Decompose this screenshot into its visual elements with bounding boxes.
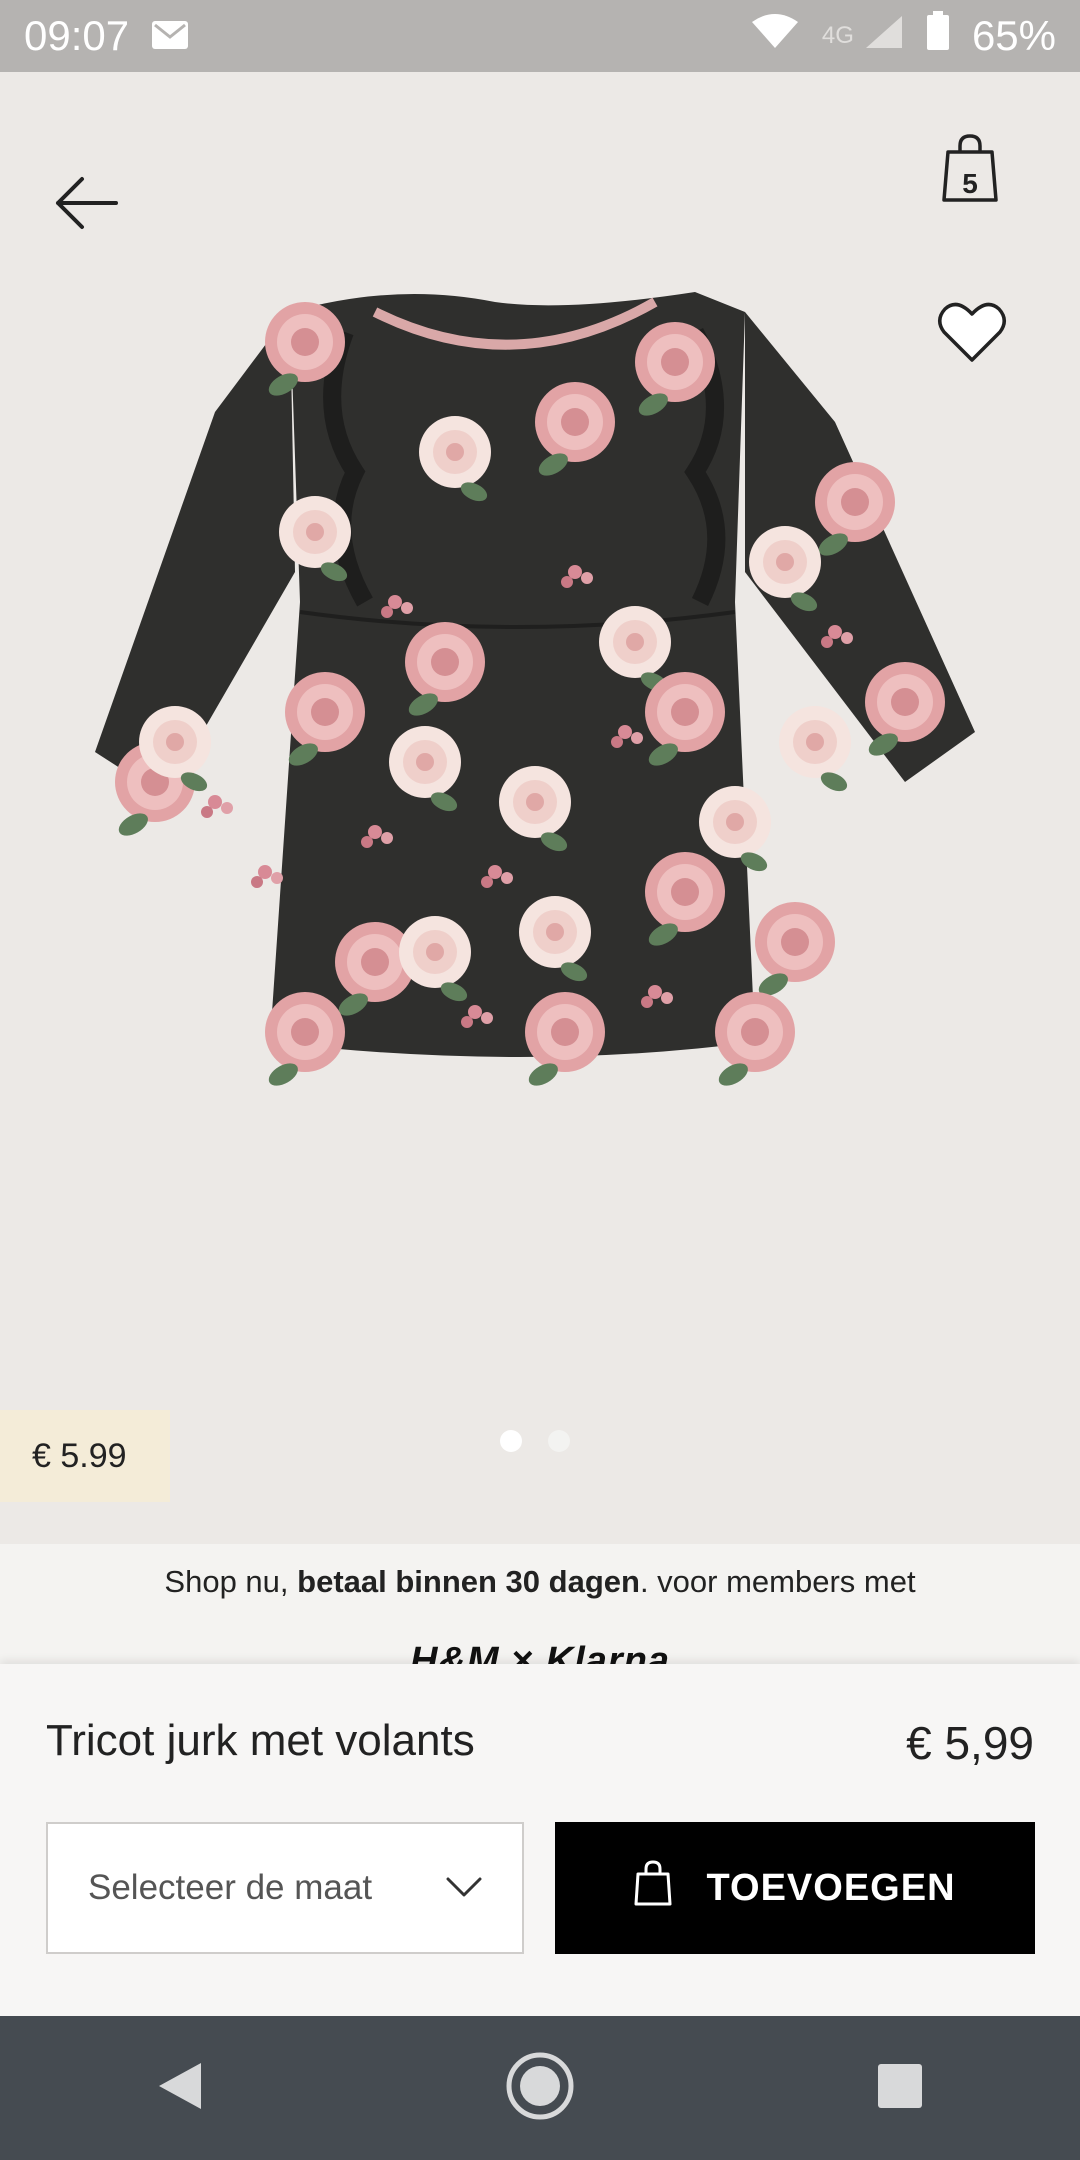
wifi-icon (750, 12, 800, 60)
arrow-left-icon (52, 173, 118, 238)
product-image (95, 292, 975, 1091)
nav-home-button[interactable] (490, 2038, 590, 2138)
mail-icon (151, 12, 189, 60)
product-image-gallery[interactable]: 5 € 5.99 (0, 72, 1080, 1544)
network-type: 4G (821, 22, 854, 49)
add-to-bag-button[interactable]: TOEVOEGEN (555, 1822, 1035, 1954)
battery-icon (926, 11, 950, 61)
status-time: 09:07 (24, 12, 130, 59)
product-title: Tricot jurk met volants (46, 1716, 475, 1765)
promo-prefix: Shop nu, (164, 1564, 298, 1599)
bag-count-badge: 5 (962, 168, 978, 199)
square-recents-icon (877, 2063, 923, 2114)
nav-back-button[interactable] (130, 2038, 230, 2138)
home-circle-icon (505, 2051, 575, 2126)
add-to-bag-label: TOEVOEGEN (706, 1866, 956, 1909)
triangle-back-icon (157, 2061, 203, 2116)
status-bar: 09:07 4G 65% (0, 0, 1080, 72)
klarna-promo-banner[interactable]: Shop nu, betaal binnen 30 dagen. voor me… (0, 1544, 1080, 1664)
shopping-bag-button[interactable]: 5 (930, 120, 1010, 220)
chevron-down-icon (446, 1868, 482, 1908)
promo-emphasis: betaal binnen 30 dagen (297, 1564, 640, 1599)
size-select-placeholder: Selecteer de maat (88, 1868, 373, 1907)
shopping-bag-icon (634, 1860, 672, 1916)
signal-icon (864, 12, 904, 60)
promo-suffix: . voor members met (639, 1564, 916, 1599)
size-select[interactable]: Selecteer de maat (46, 1822, 524, 1954)
gallery-dot-active[interactable] (500, 1430, 522, 1452)
product-purchase-panel: Tricot jurk met volants € 5,99 Selecteer… (0, 1664, 1080, 2016)
promo-text: Shop nu, betaal binnen 30 dagen. voor me… (0, 1564, 1080, 1600)
battery-percent: 65% (971, 12, 1056, 59)
partner-logo: H&M × Klarna (409, 1640, 671, 1664)
back-button[interactable] (40, 160, 130, 250)
gallery-dot[interactable] (548, 1430, 570, 1452)
system-nav-bar (0, 2016, 1080, 2160)
gallery-pagination (500, 1430, 570, 1452)
nav-recents-button[interactable] (850, 2038, 950, 2138)
price-badge: € 5.99 (0, 1410, 170, 1502)
product-price: € 5,99 (906, 1717, 1034, 1769)
